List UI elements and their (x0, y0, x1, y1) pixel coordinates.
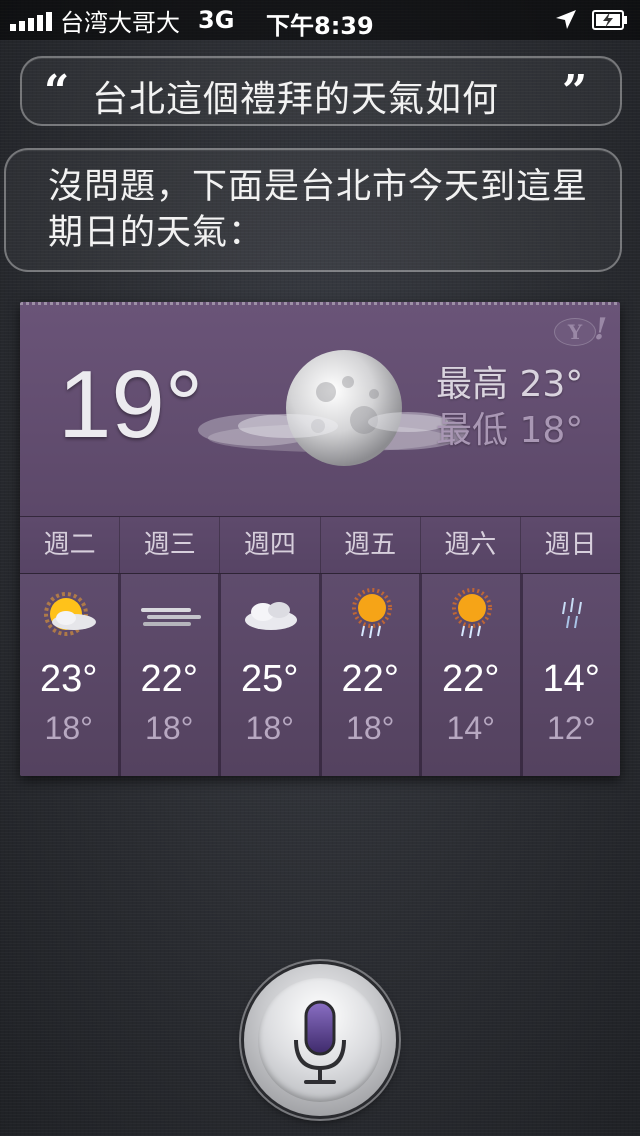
siri-mic-button-face (258, 978, 382, 1102)
forecast-high: 22° (341, 658, 399, 700)
forecast-low: 18° (346, 710, 395, 746)
forecast-high: 25° (241, 658, 299, 700)
forecast-high: 22° (442, 658, 500, 700)
status-time: 下午8:39 (266, 12, 374, 40)
forecast-day-label: 週三 (120, 517, 221, 573)
high-low-panel: 最高 23° 最低 18° (436, 362, 583, 454)
yahoo-logo-mark: ! (594, 312, 608, 347)
high-label: 最高 (436, 364, 509, 405)
sun-rain-icon (452, 588, 492, 639)
location-arrow-icon (556, 10, 576, 29)
high-temp-row: 最高 23° (436, 362, 583, 408)
yahoo-logo-letter: Y (554, 318, 596, 346)
user-query-bubble[interactable]: “ 台北這個禮拜的天氣如何 ” (20, 56, 622, 126)
siri-answer-bubble: 沒問題，下面是台北市今天到這星期日的天氣： (4, 148, 622, 272)
low-value: 18° (519, 410, 584, 451)
user-query-text: 台北這個禮拜的天氣如何 (92, 79, 500, 120)
wind-icon (140, 608, 201, 626)
microphone-icon (294, 1000, 346, 1084)
forecast-day-label: 週六 (421, 517, 521, 573)
forecast-row: 23° 18° 22° 18° 25° 18° 22° 18° 22° 14° … (20, 574, 620, 776)
sun-rain-icon (351, 588, 392, 639)
high-value: 23° (519, 364, 584, 405)
carrier-name: 台湾大哥大 (60, 8, 180, 37)
low-temp-row: 最低 18° (436, 408, 583, 454)
forecast-column: 22° 18° (120, 574, 221, 776)
rain-icon (561, 597, 582, 629)
forecast-column: 23° 18° (20, 574, 121, 776)
sun-partly-cloudy-icon (44, 592, 96, 636)
forecast-column: 25° 18° (221, 574, 322, 776)
forecast-day-label: 週四 (220, 517, 321, 573)
forecast-day-label: 週二 (20, 517, 121, 573)
forecast-high: 14° (542, 658, 600, 700)
forecast-day-label: 週日 (544, 530, 597, 560)
cloudy-icon (245, 602, 297, 630)
yahoo-logo[interactable]: Y ! (554, 312, 607, 352)
forecast-column: 22° 14° (422, 574, 523, 776)
forecast-high: 23° (40, 658, 98, 700)
current-temperature: 19° (58, 351, 204, 458)
status-bar: 台湾大哥大 3G 下午8:39 (0, 0, 640, 40)
low-label: 最低 (436, 410, 509, 451)
forecast-low: 18° (245, 710, 294, 746)
forecast-low: 18° (145, 710, 194, 746)
weather-card[interactable]: Y ! 19° 最高 23° 最低 18° 週二 週三 週四 週五 週六 週日 … (20, 302, 620, 776)
forecast-low: 12° (547, 710, 596, 746)
moon-cloudy-icon (198, 350, 468, 466)
open-quote: “ (44, 66, 70, 117)
signal-icon (10, 9, 52, 31)
siri-answer-text: 沒問題，下面是台北市今天到這星期日的天氣： (48, 167, 589, 253)
forecast-low: 18° (44, 710, 93, 746)
battery-charging-icon (592, 10, 627, 30)
close-quote: ” (562, 66, 588, 117)
siri-mic-button[interactable] (244, 964, 396, 1116)
forecast-days-row: 週二 週三 週四 週五 週六 週日 (20, 516, 620, 574)
forecast-low: 14° (446, 710, 495, 746)
forecast-column: 14° 12° (522, 574, 620, 776)
forecast-high: 22° (140, 658, 198, 700)
forecast-day-label: 週五 (321, 517, 421, 573)
network-type: 3G (198, 6, 235, 34)
forecast-column: 22° 18° (321, 574, 422, 776)
